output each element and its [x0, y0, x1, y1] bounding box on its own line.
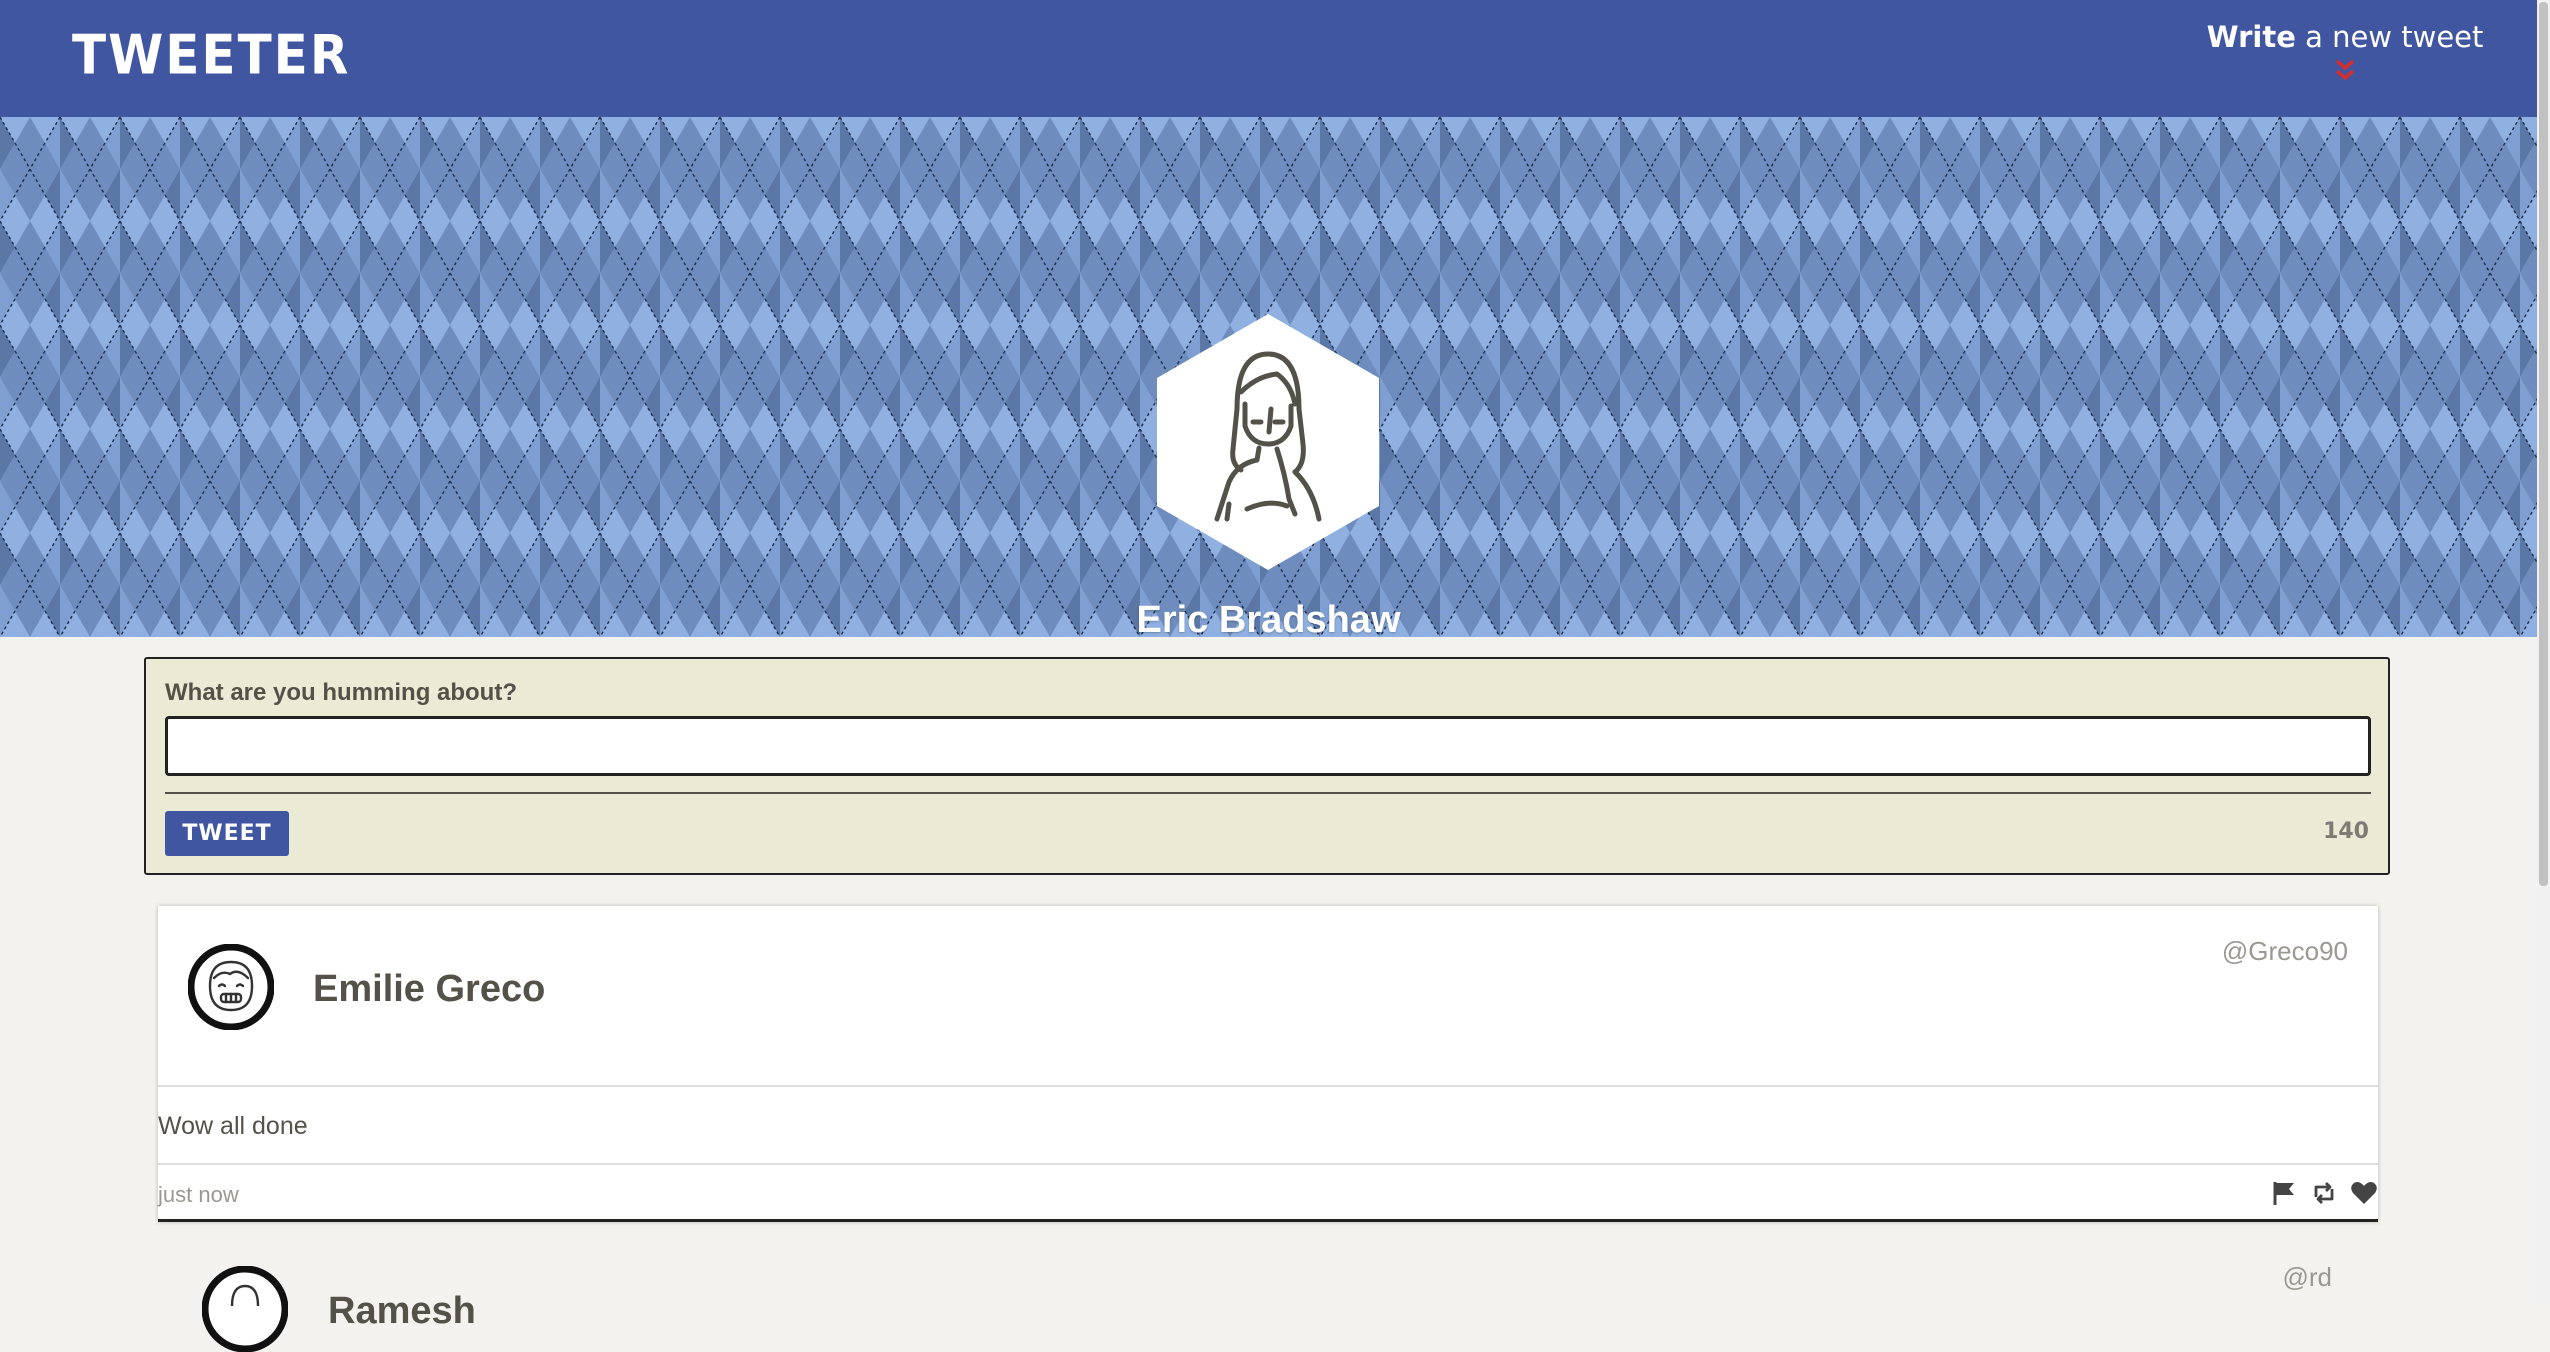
tweet-author-handle[interactable]: @Greco90: [2222, 936, 2348, 967]
tweet-author-name[interactable]: Ramesh: [328, 1290, 476, 1333]
scrollbar-thumb[interactable]: [2539, 2, 2548, 886]
write-new-tweet-toggle[interactable]: Write a new tweet: [2195, 20, 2495, 95]
tweet-card: Emilie Greco @Greco90 Wow all done just …: [158, 906, 2378, 1222]
write-new-tweet-rest: a new tweet: [2295, 20, 2484, 54]
tweet-submit-button[interactable]: TWEET: [165, 811, 289, 856]
tweet-avatar: [188, 944, 274, 1030]
tweet-divider: [158, 1163, 2378, 1165]
write-new-tweet-label[interactable]: Write a new tweet: [2195, 20, 2495, 54]
char-counter: 140: [2323, 819, 2369, 844]
tweet-body: Wow all done: [158, 1112, 308, 1140]
write-new-tweet-bold: Write: [2206, 20, 2296, 54]
retweet-icon[interactable]: [2310, 1179, 2338, 1207]
flag-icon[interactable]: [2270, 1179, 2298, 1207]
tweet-card: Ramesh @rd: [158, 1240, 2378, 1352]
tweet-timestamp: just now: [158, 1182, 239, 1207]
app-logo[interactable]: TWEETER: [72, 24, 350, 87]
compose-tweet-form: What are you humming about? TWEET 140: [144, 657, 2390, 875]
tweet-divider: [158, 1085, 2378, 1087]
profile-banner: Eric Bradshaw: [0, 117, 2537, 637]
profile-name: Eric Bradshaw: [1136, 599, 1401, 637]
profile-avatar: [1157, 314, 1379, 570]
top-nav: TWEETER Write a new tweet: [0, 0, 2537, 117]
compose-divider: [165, 792, 2371, 794]
double-chevron-down-icon[interactable]: [2332, 58, 2358, 84]
compose-label: What are you humming about?: [165, 679, 517, 706]
heart-icon[interactable]: [2350, 1179, 2378, 1207]
tweet-author-name[interactable]: Emilie Greco: [313, 968, 545, 1011]
tweet-avatar: [202, 1266, 288, 1352]
tweet-author-handle[interactable]: @rd: [2282, 1262, 2332, 1293]
page-scrollbar[interactable]: [2537, 0, 2550, 1303]
tweet-actions: [2270, 1179, 2378, 1207]
tweet-text-input[interactable]: [165, 716, 2371, 776]
